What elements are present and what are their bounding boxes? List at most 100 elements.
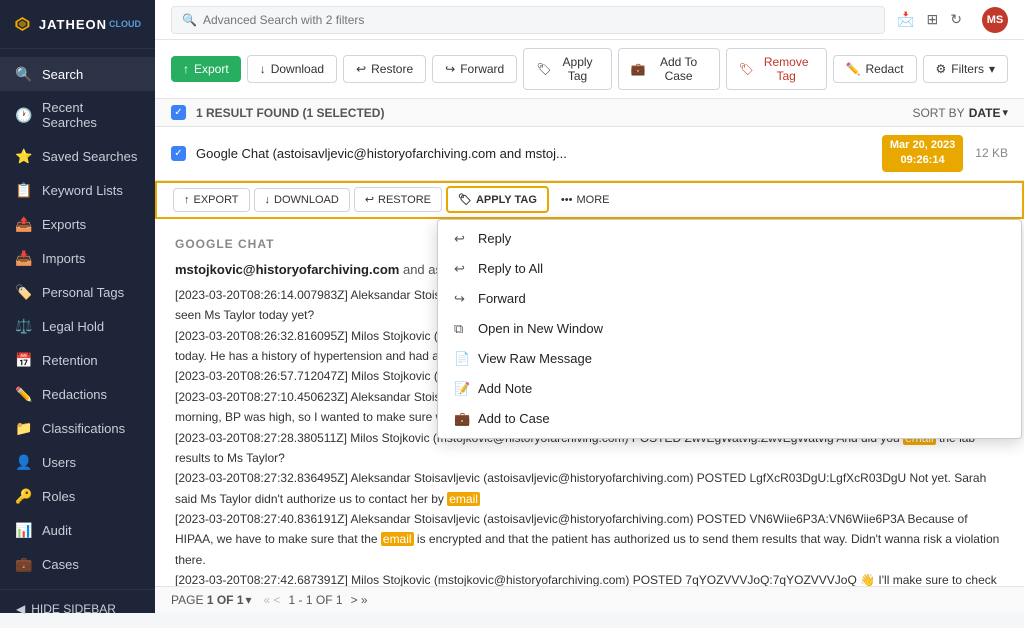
sidebar-label-legal-hold: Legal Hold — [42, 319, 104, 334]
pagination-range: 1 - 1 OF 1 — [289, 593, 343, 607]
sidebar-item-keyword-lists[interactable]: 📋 Keyword Lists — [0, 173, 155, 207]
download-button[interactable]: ↓ Download — [247, 55, 337, 83]
hide-sidebar-label: HIDE SIDEBAR — [31, 602, 116, 616]
sidebar-item-roles[interactable]: 🔑 Roles — [0, 479, 155, 513]
mail-icon[interactable]: 📩 — [897, 11, 914, 28]
sidebar-item-retention[interactable]: 📅 Retention — [0, 343, 155, 377]
main-content: 🔍 📩 ⊞ ↻ MS ↑ Export ↓ Download ↩ Restore… — [155, 0, 1024, 613]
email-row[interactable]: ✓ Google Chat (astoisavljevic@historyofa… — [155, 127, 1024, 181]
select-all-checkbox[interactable]: ✓ — [171, 105, 186, 120]
sidebar-item-recent-searches[interactable]: 🕐 Recent Searches — [0, 91, 155, 139]
add-to-case-button[interactable]: 💼 Add To Case — [618, 48, 720, 90]
cases-icon: 💼 — [16, 556, 32, 572]
sidebar-item-personal-tags[interactable]: 🏷️ Personal Tags — [0, 275, 155, 309]
sidebar-item-classifications[interactable]: 📁 Classifications — [0, 411, 155, 445]
sidebar-item-audit[interactable]: 📊 Audit — [0, 513, 155, 547]
sidebar-item-users[interactable]: 👤 Users — [0, 445, 155, 479]
sidebar-item-legal-hold[interactable]: ⚖️ Legal Hold — [0, 309, 155, 343]
filters-button[interactable]: ⚙ Filters ▾ — [923, 55, 1008, 83]
menu-item-reply[interactable]: ↩ Reply — [438, 224, 1021, 254]
sidebar-item-imports[interactable]: 📥 Imports — [0, 241, 155, 275]
pagination: PAGE 1 OF 1 ▾ « < 1 - 1 OF 1 > » — [155, 586, 1024, 613]
reply-icon: ↩ — [454, 231, 470, 247]
brand-name: JATHEON — [39, 17, 107, 32]
apply-tag-button[interactable]: 🏷 Apply Tag — [523, 48, 611, 90]
recent-searches-icon: 🕐 — [16, 107, 32, 123]
remove-tag-button[interactable]: 🏷 Remove Tag — [726, 48, 827, 90]
more-dots-icon: ••• — [561, 194, 573, 206]
sel-tag-icon: 🏷 — [458, 193, 472, 206]
export-button[interactable]: ↑ Export — [171, 56, 241, 82]
redact-button[interactable]: ✏️ Redact — [833, 55, 917, 83]
download-label: Download — [271, 62, 324, 76]
context-menu-overlay: ↩ Reply ↩ Reply to All ↪ Forward ⧉ Open … — [437, 219, 1022, 439]
sel-download-button[interactable]: ↓ DOWNLOAD — [254, 188, 350, 212]
sel-more-button[interactable]: ••• MORE — [553, 189, 618, 211]
menu-item-view-raw[interactable]: 📄 View Raw Message — [438, 344, 1021, 374]
checkmark-icon: ✓ — [174, 107, 182, 118]
sidebar-item-exports[interactable]: 📤 Exports — [0, 207, 155, 241]
pagination-arrows-left[interactable]: « < — [264, 593, 281, 607]
refresh-icon[interactable]: ↻ — [950, 11, 962, 28]
export-icon: ↑ — [183, 62, 189, 76]
forward-button[interactable]: ↪ Forward — [432, 55, 517, 83]
hide-sidebar-icon: ◀ — [16, 602, 25, 616]
menu-label-add-to-case: Add to Case — [478, 411, 550, 426]
view-raw-icon: 📄 — [454, 351, 470, 367]
checkmark-icon: ✓ — [174, 148, 182, 159]
sel-download-label: DOWNLOAD — [274, 194, 339, 206]
hide-sidebar-button[interactable]: ◀ HIDE SIDEBAR — [0, 589, 155, 628]
sidebar-item-redactions[interactable]: ✏️ Redactions — [0, 377, 155, 411]
menu-item-forward[interactable]: ↪ Forward — [438, 284, 1021, 314]
logo: JATHEON CLOUD — [0, 0, 155, 49]
classifications-icon: 📁 — [16, 420, 32, 436]
add-note-icon: 📝 — [454, 381, 470, 397]
sidebar-label-classifications: Classifications — [42, 421, 125, 436]
reply-all-icon: ↩ — [454, 261, 470, 277]
highlight-email-3: email — [381, 532, 414, 546]
sidebar-label-search: Search — [42, 67, 83, 82]
filters-label: Filters — [951, 62, 984, 76]
sort-value[interactable]: DATE — [969, 106, 1001, 120]
personal-tags-icon: 🏷️ — [16, 284, 32, 300]
retention-icon: 📅 — [16, 352, 32, 368]
remove-tag-label: Remove Tag — [759, 55, 814, 83]
search-input[interactable] — [203, 13, 874, 27]
sidebar-item-cases[interactable]: 💼 Cases — [0, 547, 155, 581]
sel-restore-button[interactable]: ↩ RESTORE — [354, 187, 442, 212]
menu-item-open-new-window[interactable]: ⧉ Open in New Window — [438, 314, 1021, 344]
sel-export-button[interactable]: ↑ EXPORT — [173, 188, 250, 212]
grid-icon[interactable]: ⊞ — [927, 11, 939, 28]
forward-icon: ↪ — [445, 62, 455, 76]
sel-more-label: MORE — [576, 194, 609, 206]
page-value[interactable]: 1 OF 1 — [207, 593, 244, 607]
sort-label: SORT BY — [912, 106, 964, 120]
menu-item-add-note[interactable]: 📝 Add Note — [438, 374, 1021, 404]
page-label: PAGE — [171, 593, 203, 607]
chevron-down-icon: ▾ — [989, 62, 995, 76]
sidebar-label-retention: Retention — [42, 353, 98, 368]
keyword-lists-icon: 📋 — [16, 182, 32, 198]
menu-label-view-raw: View Raw Message — [478, 351, 592, 366]
redact-label: Redact — [866, 62, 904, 76]
saved-searches-icon: ⭐ — [16, 148, 32, 164]
tag-icon: 🏷 — [536, 62, 551, 76]
restore-button[interactable]: ↩ Restore — [343, 55, 426, 83]
menu-label-reply-all: Reply to All — [478, 261, 543, 276]
menu-item-add-to-case[interactable]: 💼 Add to Case — [438, 404, 1021, 434]
sidebar-label-exports: Exports — [42, 217, 86, 232]
users-icon: 👤 — [16, 454, 32, 470]
avatar[interactable]: MS — [982, 7, 1008, 33]
menu-item-reply-all[interactable]: ↩ Reply to All — [438, 254, 1021, 284]
sort-chevron-icon: ▾ — [1002, 106, 1008, 119]
results-count: 1 RESULT FOUND (1 SELECTED) — [196, 106, 912, 120]
menu-label-open-new-window: Open in New Window — [478, 321, 603, 336]
add-to-case-menu-icon: 💼 — [454, 411, 470, 427]
email-row-checkbox[interactable]: ✓ — [171, 146, 186, 161]
search-box[interactable]: 🔍 — [171, 6, 885, 34]
sidebar-item-search[interactable]: 🔍 Search — [0, 57, 155, 91]
imports-icon: 📥 — [16, 250, 32, 266]
sel-apply-tag-button[interactable]: 🏷 APPLY TAG — [446, 186, 549, 213]
sidebar-item-saved-searches[interactable]: ⭐ Saved Searches — [0, 139, 155, 173]
pagination-arrows-right[interactable]: > » — [351, 593, 368, 607]
